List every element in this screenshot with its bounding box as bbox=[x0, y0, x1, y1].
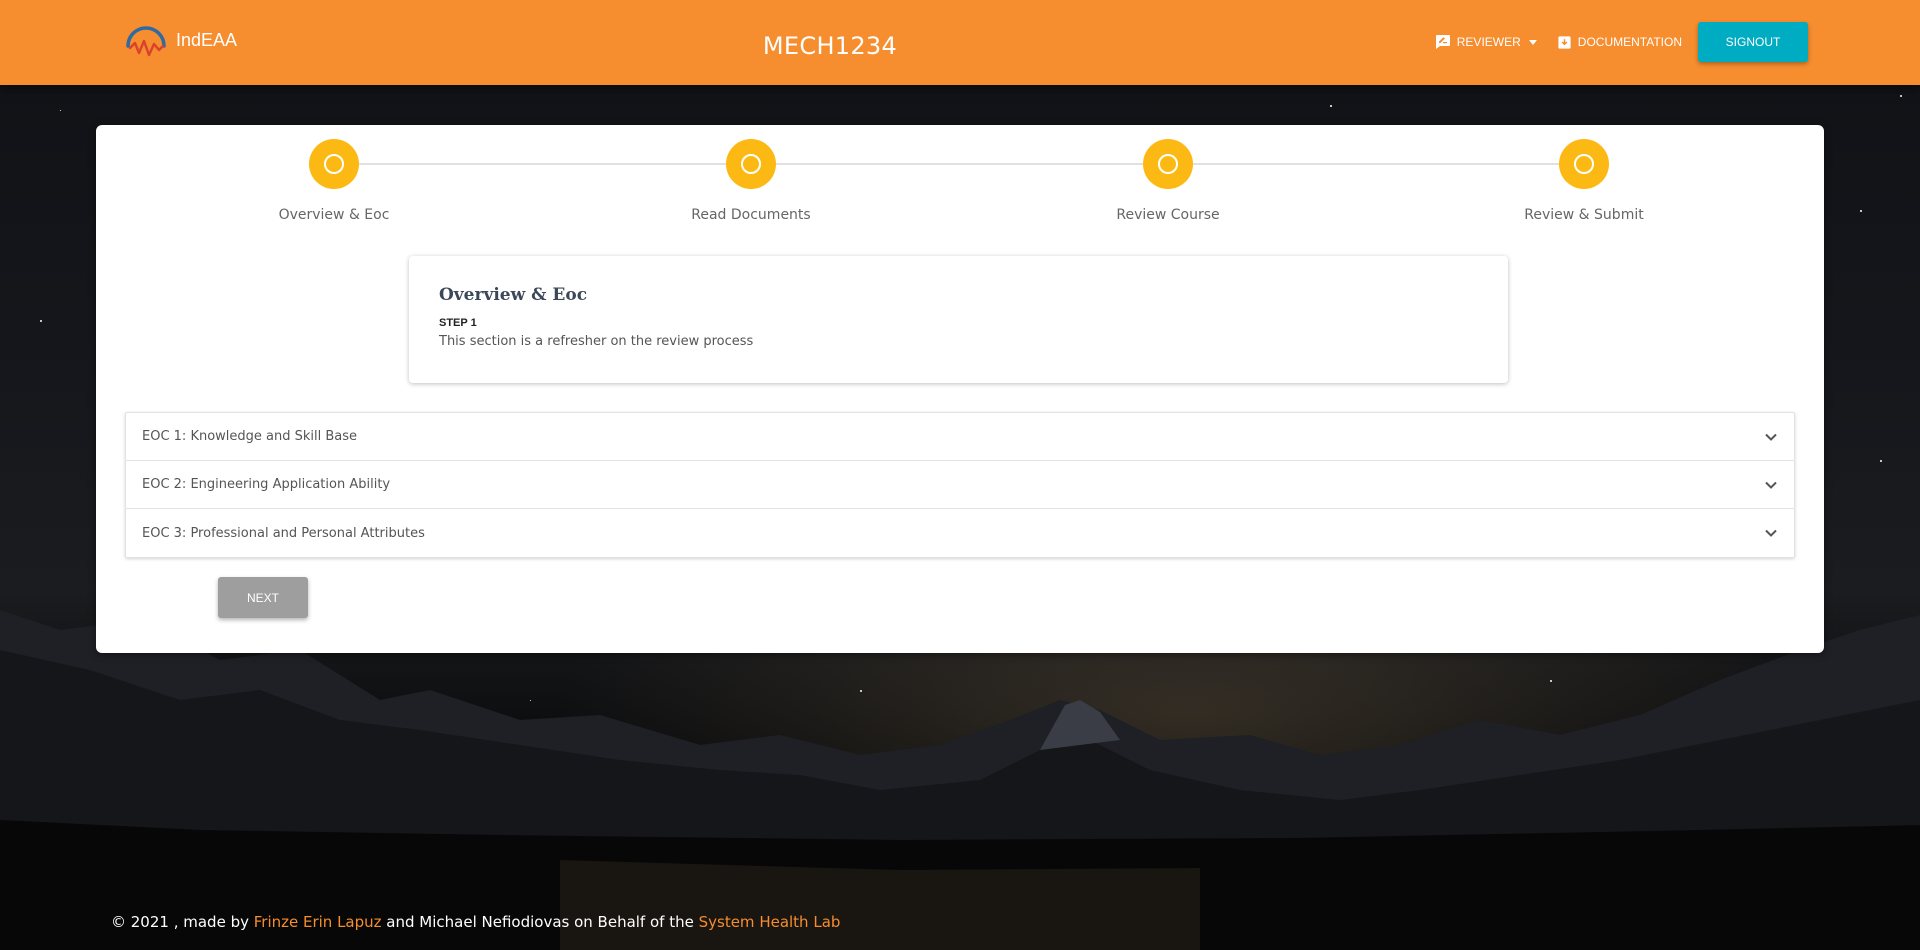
step-review-submit[interactable]: Review & Submit bbox=[1484, 139, 1684, 223]
signout-button[interactable]: Signout bbox=[1698, 22, 1808, 62]
stepper-connector bbox=[334, 163, 1580, 165]
reviewer-menu-label: Reviewer bbox=[1456, 35, 1521, 49]
footer: © 2021 , made by Frinze Erin Lapuz and M… bbox=[111, 913, 840, 931]
step-number: STEP 1 bbox=[439, 317, 477, 329]
stepper: Overview & Eoc Read Documents Review Cou… bbox=[96, 125, 1824, 245]
step-info-box: Overview & Eoc STEP 1 This section is a … bbox=[409, 256, 1508, 383]
next-button[interactable]: Next bbox=[218, 577, 308, 618]
step-read-documents[interactable]: Read Documents bbox=[651, 139, 851, 223]
accordion-item-label: EOC 3: Professional and Personal Attribu… bbox=[142, 525, 425, 541]
rate-review-icon bbox=[1435, 35, 1450, 49]
chevron-down-icon bbox=[1765, 481, 1777, 489]
archive-icon bbox=[1558, 35, 1571, 49]
lab-link[interactable]: System Health Lab bbox=[699, 913, 841, 931]
chevron-down-icon bbox=[1765, 433, 1777, 441]
caret-down-icon bbox=[1528, 39, 1537, 45]
step-label: Read Documents bbox=[691, 207, 811, 223]
documentation-link[interactable]: Documentation bbox=[1547, 22, 1692, 62]
radio-unchecked-icon bbox=[1574, 154, 1594, 174]
accordion-item-label: EOC 2: Engineering Application Ability bbox=[142, 477, 391, 492]
radio-unchecked-icon bbox=[324, 154, 344, 174]
accordion-item-eoc-1[interactable]: EOC 1: Knowledge and Skill Base bbox=[126, 413, 1794, 461]
chevron-down-icon bbox=[1765, 529, 1777, 537]
radio-unchecked-icon bbox=[741, 154, 761, 174]
radio-unchecked-icon bbox=[1158, 154, 1178, 174]
step-label: Review & Submit bbox=[1524, 207, 1644, 223]
step-label: Overview & Eoc bbox=[278, 207, 390, 223]
accordion-item-label: EOC 1: Knowledge and Skill Base bbox=[142, 429, 358, 444]
footer-copyright: © 2021 , made by bbox=[111, 913, 254, 931]
author-link[interactable]: Frinze Erin Lapuz bbox=[254, 913, 382, 931]
step-description: This section is a refresher on the revie… bbox=[439, 334, 754, 349]
page-title: MECH1234 bbox=[762, 32, 898, 60]
step-indicator bbox=[726, 139, 776, 189]
reviewer-menu[interactable]: Reviewer bbox=[1425, 22, 1547, 62]
footer-middle-text: and Michael Nefiodiovas on Behalf of the bbox=[381, 913, 699, 931]
header-nav: Reviewer Documentation Signout bbox=[1425, 22, 1808, 62]
documentation-label: Documentation bbox=[1577, 35, 1682, 49]
step-indicator bbox=[309, 139, 359, 189]
top-app-bar: IndEAA MECH1234 Reviewer Documentation S… bbox=[0, 0, 1920, 85]
accordion-item-eoc-2[interactable]: EOC 2: Engineering Application Ability bbox=[126, 461, 1794, 509]
step-indicator bbox=[1559, 139, 1609, 189]
step-label: Review Course bbox=[1116, 207, 1220, 223]
eoc-accordion: EOC 1: Knowledge and Skill Base EOC 2: E… bbox=[125, 412, 1795, 558]
step-overview-eoc[interactable]: Overview & Eoc bbox=[234, 139, 434, 223]
step-title: Overview & Eoc bbox=[439, 285, 588, 305]
step-review-course[interactable]: Review Course bbox=[1068, 139, 1268, 223]
review-card: Overview & Eoc Read Documents Review Cou… bbox=[96, 125, 1824, 653]
step-indicator bbox=[1143, 139, 1193, 189]
accordion-item-eoc-3[interactable]: EOC 3: Professional and Personal Attribu… bbox=[126, 509, 1794, 557]
